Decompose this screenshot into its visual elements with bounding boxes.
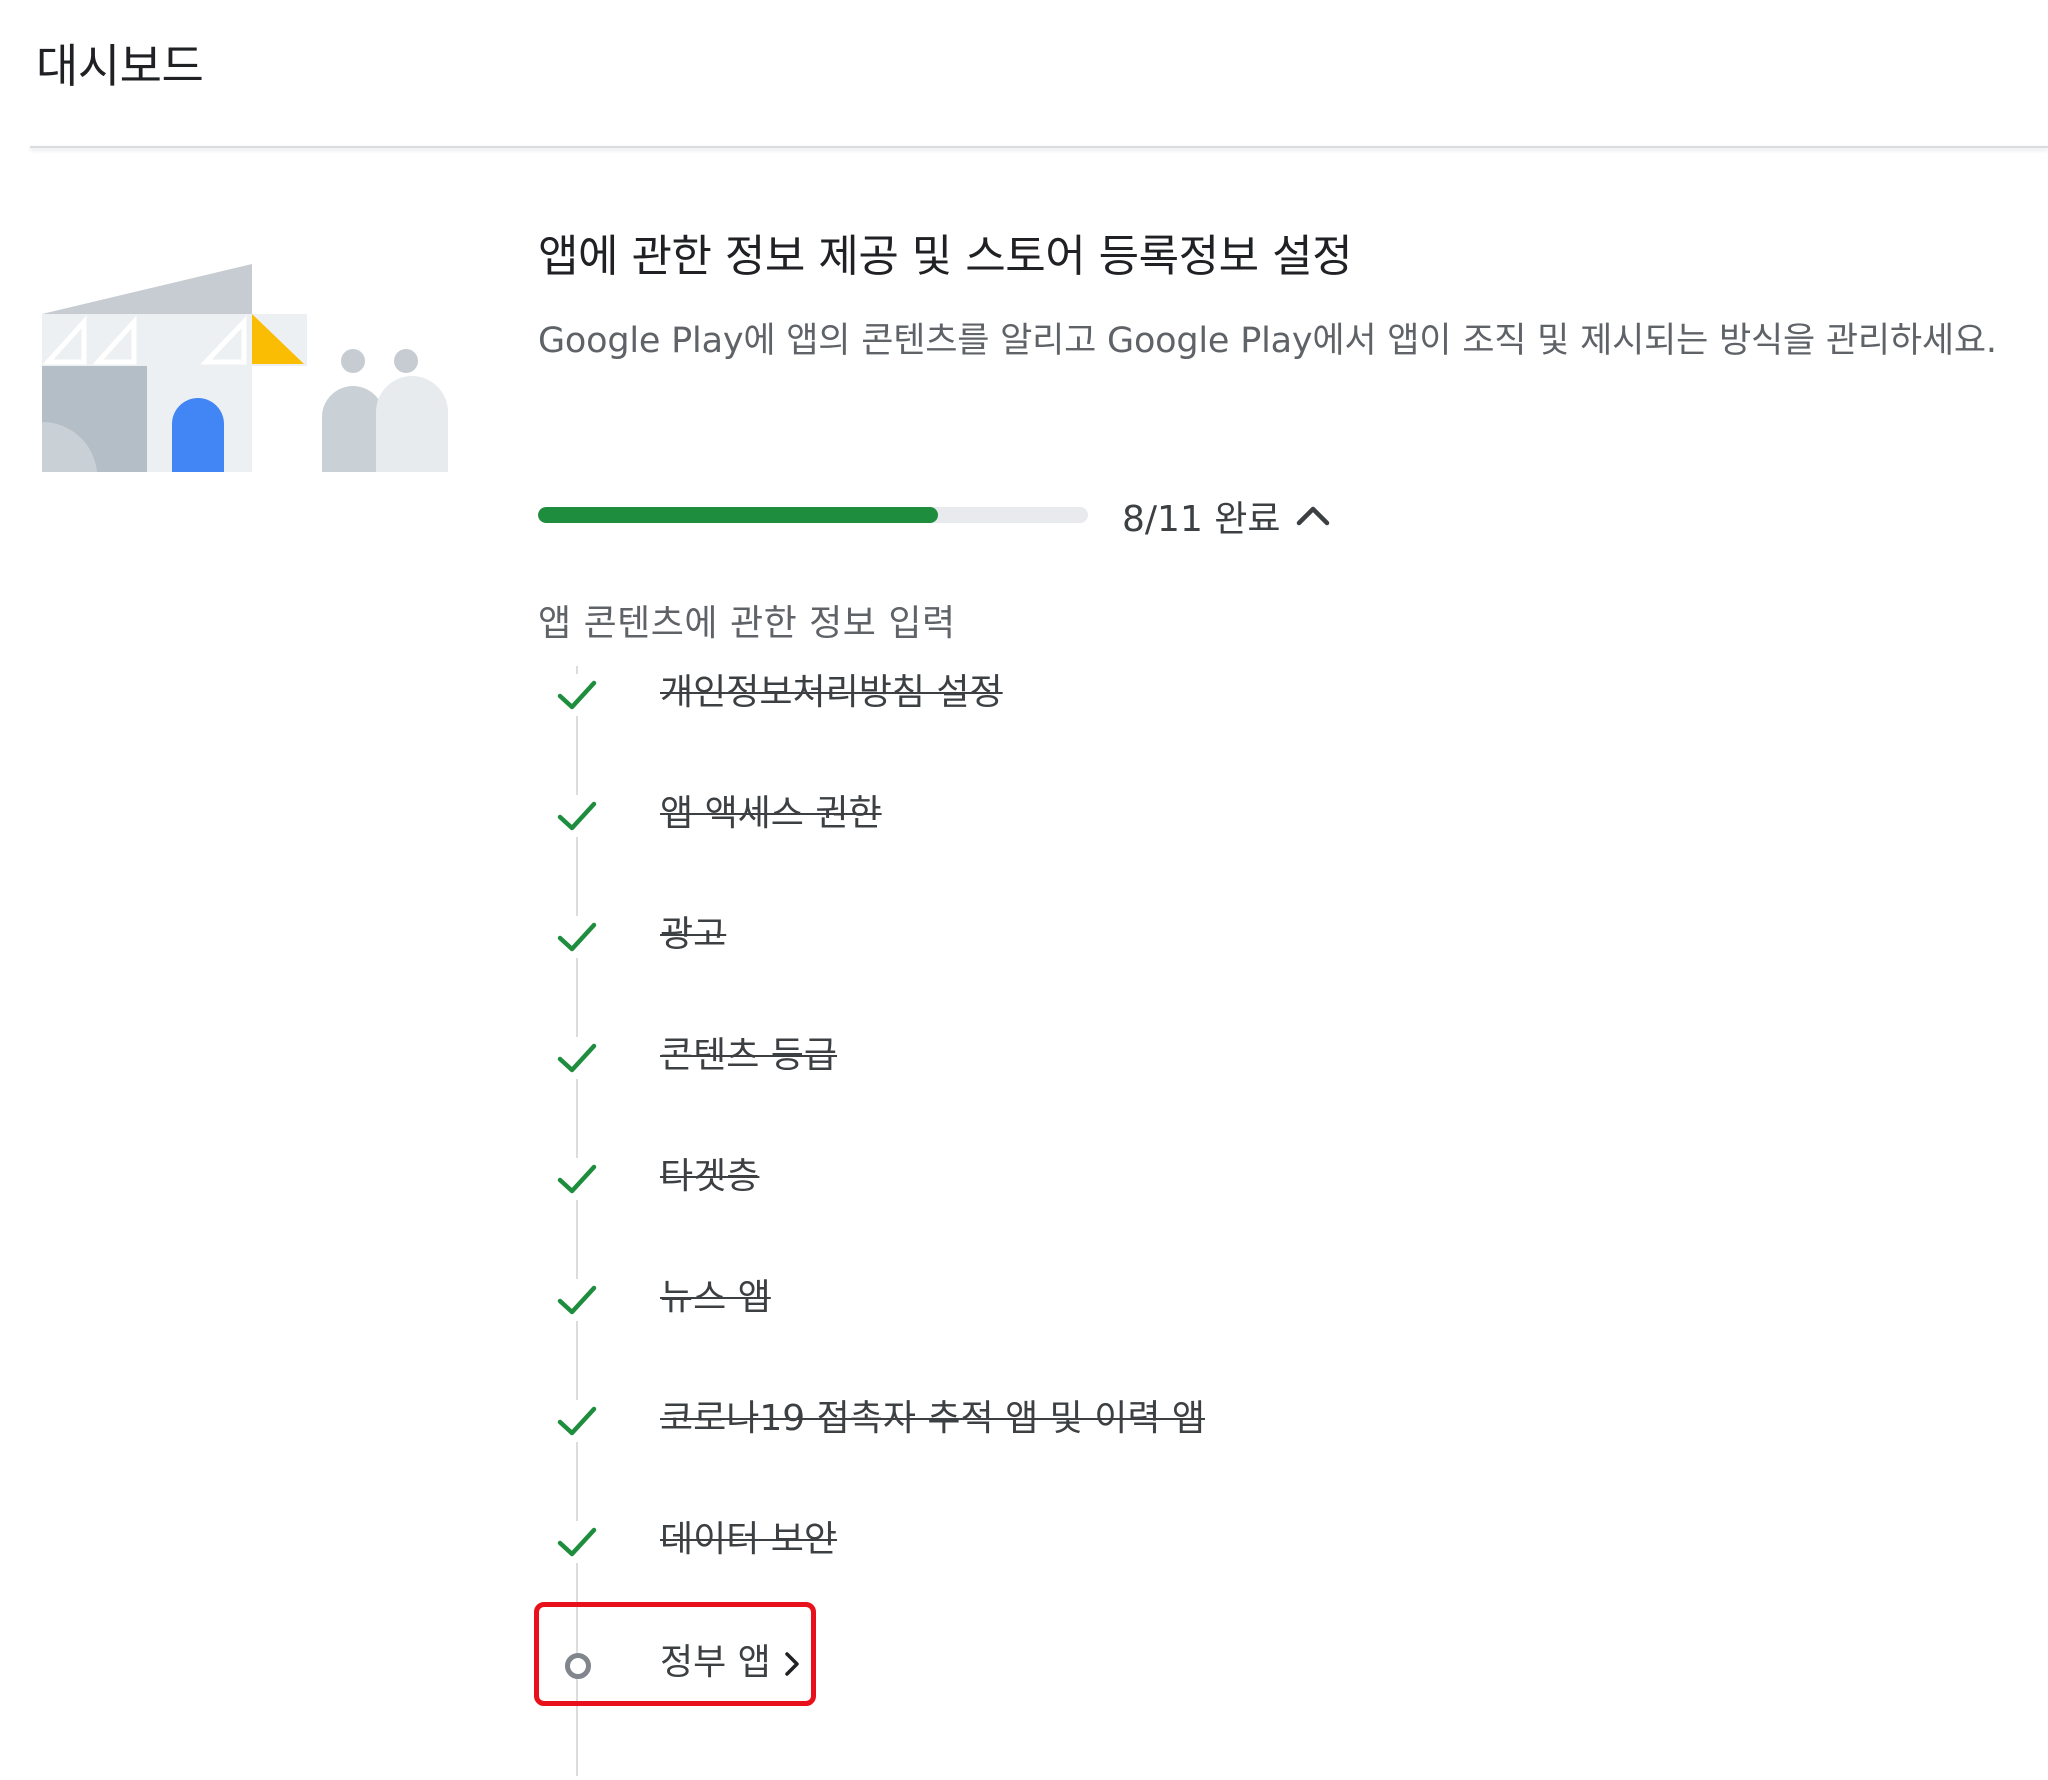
header-divider	[30, 146, 2048, 148]
task-label: 개인정보처리방침 설정	[660, 672, 1003, 713]
check-icon	[556, 1521, 598, 1563]
task-label: 앱 액세스 권한	[660, 793, 882, 834]
progress-label: 8/11 완료	[1122, 499, 1281, 540]
progress-bar	[538, 507, 1088, 523]
group-heading: 앱 콘텐츠에 관한 정보 입력	[538, 603, 956, 644]
task-label: 콘텐츠 등급	[660, 1035, 838, 1076]
page-header: 대시보드	[0, 0, 2048, 148]
task-item: 개인정보처리방침 설정	[538, 660, 1738, 730]
progress-bar-fill	[538, 507, 938, 523]
task-label: 데이터 보안	[660, 1519, 838, 1560]
check-icon	[556, 674, 598, 716]
task-item: 데이터 보안	[538, 1507, 1738, 1577]
task-item: 코로나19 접촉자 추적 앱 및 이력 앱	[538, 1386, 1738, 1456]
highlight-box	[534, 1602, 816, 1706]
task-label: 뉴스 앱	[660, 1277, 771, 1318]
task-label: 코로나19 접촉자 추적 앱 및 이력 앱	[660, 1398, 1206, 1439]
app-content-illustration	[42, 264, 448, 472]
check-icon	[556, 1279, 598, 1321]
task-label: 타겟층	[660, 1156, 760, 1197]
check-icon	[556, 795, 598, 837]
check-icon	[556, 1158, 598, 1200]
section-description: Google Play에 앱의 콘텐츠를 알리고 Google Play에서 앱…	[538, 321, 1997, 361]
task-item: 뉴스 앱	[538, 1265, 1738, 1335]
task-label: 광고	[660, 914, 727, 955]
task-list: 개인정보처리방침 설정 앱 액세스 권한 광고 콘텐츠 등급 타겟층 뉴스 앱 …	[534, 660, 1738, 1780]
check-icon	[556, 1400, 598, 1442]
task-item: 광고	[538, 902, 1738, 972]
chevron-up-icon[interactable]	[1290, 492, 1336, 538]
page-title: 대시보드	[36, 39, 204, 93]
check-icon	[556, 916, 598, 958]
task-item-government-apps[interactable]: 정부 앱	[534, 1602, 1738, 1706]
section-title: 앱에 관한 정보 제공 및 스토어 등록정보 설정	[538, 231, 1353, 282]
task-item: 콘텐츠 등급	[538, 1023, 1738, 1093]
task-item: 앱 액세스 권한	[538, 781, 1738, 851]
task-item: 타겟층	[538, 1144, 1738, 1214]
check-icon	[556, 1037, 598, 1079]
